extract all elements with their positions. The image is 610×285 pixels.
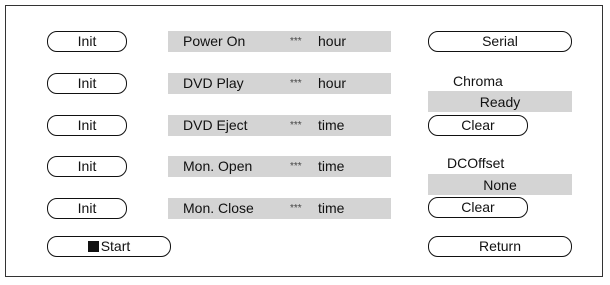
counter-name: Power On: [183, 33, 246, 49]
counter-dvd-eject: DVD Eject *** time: [168, 115, 391, 136]
init-button-mon-close[interactable]: Init: [47, 198, 127, 219]
counter-value: ***: [290, 36, 302, 47]
counter-power-on: Power On *** hour: [168, 31, 391, 52]
counter-name: DVD Play: [183, 75, 244, 91]
init-button-power-on[interactable]: Init: [47, 31, 127, 52]
chroma-clear-button[interactable]: Clear: [428, 115, 528, 136]
chroma-label: Chroma: [453, 73, 503, 89]
counter-value: ***: [290, 78, 302, 89]
counter-unit: hour: [318, 33, 347, 49]
dcoffset-clear-button[interactable]: Clear: [428, 197, 528, 218]
init-button-dvd-play[interactable]: Init: [47, 73, 127, 94]
dcoffset-status: None: [428, 174, 572, 195]
counter-value: ***: [290, 203, 302, 214]
return-button[interactable]: Return: [428, 236, 572, 257]
start-button-label: Start: [100, 238, 131, 254]
counter-mon-close: Mon. Close *** time: [168, 198, 391, 219]
start-button[interactable]: Start: [47, 236, 171, 257]
counter-unit: hour: [318, 75, 347, 91]
counter-unit: time: [318, 158, 345, 174]
counter-value: ***: [290, 120, 302, 131]
init-button-dvd-eject[interactable]: Init: [47, 115, 127, 136]
counter-unit: time: [318, 117, 345, 133]
counter-unit: time: [318, 200, 345, 216]
counter-name: Mon. Close: [183, 200, 254, 216]
counter-mon-open: Mon. Open *** time: [168, 156, 391, 177]
init-button-mon-open[interactable]: Init: [47, 156, 127, 177]
serial-button[interactable]: Serial: [428, 31, 572, 52]
dcoffset-label: DCOffset: [447, 155, 505, 171]
counter-name: Mon. Open: [183, 158, 253, 174]
square-icon: [87, 241, 99, 252]
counter-name: DVD Eject: [183, 117, 248, 133]
counter-value: ***: [290, 161, 302, 172]
counter-dvd-play: DVD Play *** hour: [168, 73, 391, 94]
chroma-status: Ready: [428, 91, 572, 112]
